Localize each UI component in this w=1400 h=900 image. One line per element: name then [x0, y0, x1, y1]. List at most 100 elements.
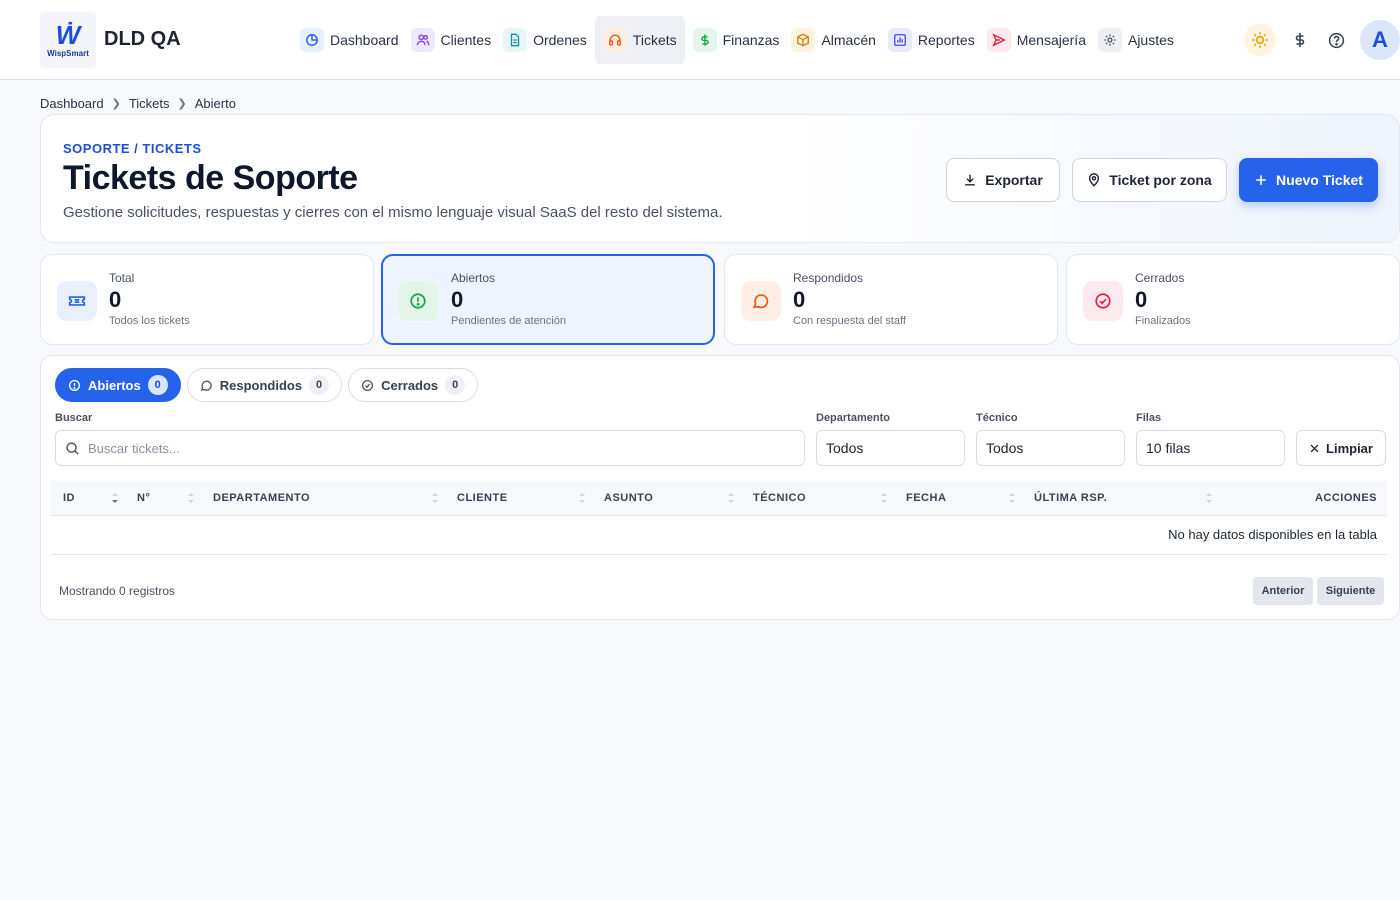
- nav-label: Ordenes: [533, 32, 587, 48]
- status-tabs: Abiertos 0 Respondidos 0 Cerrados 0: [55, 368, 479, 402]
- page-subtitle: Gestione solicitudes, respuestas y cierr…: [63, 204, 723, 221]
- chevron-right-icon: ❯: [177, 98, 187, 110]
- technician-select[interactable]: Todos: [976, 430, 1125, 466]
- stat-label: Abiertos: [451, 271, 496, 285]
- records-count: Mostrando 0 registros: [59, 584, 176, 598]
- sort-icon[interactable]: [1205, 490, 1213, 506]
- nav-item-almacen[interactable]: Almacén: [787, 16, 879, 64]
- new-ticket-button[interactable]: Nuevo Ticket: [1239, 158, 1378, 202]
- page-eyebrow: SOPORTE / TICKETS: [63, 141, 202, 156]
- stat-card-total[interactable]: Total 0 Todos los tickets: [40, 254, 374, 345]
- new-ticket-label: Nuevo Ticket: [1276, 172, 1363, 188]
- clear-label: Limpiar: [1326, 440, 1373, 456]
- clear-filters-button[interactable]: Limpiar: [1296, 430, 1386, 466]
- nav-label: Tickets: [632, 32, 677, 48]
- column-header-client[interactable]: CLIENTE: [457, 492, 508, 504]
- breadcrumb: Dashboard ❯ Tickets ❯ Abierto: [40, 96, 236, 111]
- nav-item-ordenes[interactable]: Ordenes: [499, 16, 591, 64]
- export-button[interactable]: Exportar: [946, 158, 1060, 202]
- sort-icon[interactable]: [187, 490, 195, 506]
- column-header-department[interactable]: DEPARTAMENTO: [213, 492, 310, 504]
- sort-icon[interactable]: [727, 490, 735, 506]
- nav-item-dashboard[interactable]: Dashboard: [296, 16, 403, 64]
- nav-label: Mensajería: [1016, 32, 1086, 48]
- department-select[interactable]: Todos: [816, 430, 965, 466]
- stat-label: Cerrados: [1135, 271, 1185, 285]
- department-label: Departamento: [816, 412, 890, 424]
- gear-icon: [1097, 28, 1122, 52]
- currency-dollar-icon[interactable]: [1288, 28, 1312, 52]
- nav-label: Reportes: [917, 32, 975, 48]
- column-header-number[interactable]: N°: [137, 492, 150, 504]
- dollar-icon: [692, 28, 717, 52]
- help-icon[interactable]: [1324, 28, 1348, 52]
- stat-note: Finalizados: [1135, 315, 1191, 327]
- tab-abiertos[interactable]: Abiertos 0: [55, 368, 181, 402]
- nav-item-mensajeria[interactable]: Mensajería: [983, 16, 1090, 64]
- sort-desc-icon[interactable]: [111, 490, 119, 506]
- stat-note: Pendientes de atención: [451, 315, 566, 327]
- tab-cerrados[interactable]: Cerrados 0: [348, 368, 479, 402]
- ticket-icon: [57, 281, 97, 321]
- nav-label: Finanzas: [722, 32, 780, 48]
- column-header-date[interactable]: FECHA: [906, 492, 946, 504]
- search-input[interactable]: [88, 440, 795, 456]
- tab-count-badge: 0: [309, 375, 330, 395]
- avatar[interactable]: A: [1360, 20, 1400, 60]
- theme-toggle-sun-icon[interactable]: [1244, 24, 1276, 56]
- sort-icon[interactable]: [1008, 490, 1016, 506]
- column-header-actions: ACCIONES: [1314, 492, 1377, 504]
- tab-label: Respondidos: [219, 377, 303, 393]
- nav-item-finanzas[interactable]: Finanzas: [689, 16, 784, 64]
- sort-icon[interactable]: [880, 490, 888, 506]
- plus-icon: [1256, 175, 1266, 185]
- app-name: DLD QA: [104, 28, 181, 50]
- dashboard-icon: [300, 28, 324, 52]
- nav-label: Clientes: [440, 32, 492, 48]
- stat-card-respondidos[interactable]: Respondidos 0 Con respuesta del staff: [724, 254, 1058, 345]
- nav-item-ajustes[interactable]: Ajustes: [1094, 16, 1178, 64]
- column-header-technician[interactable]: TÉCNICO: [753, 492, 806, 504]
- tab-respondidos[interactable]: Respondidos 0: [186, 368, 343, 402]
- sort-icon[interactable]: [431, 490, 439, 506]
- nav-item-tickets[interactable]: Tickets: [594, 16, 685, 64]
- breadcrumb-dashboard[interactable]: Dashboard: [40, 96, 104, 111]
- breadcrumb-tickets[interactable]: Tickets: [129, 96, 170, 111]
- chevron-right-icon: ❯: [111, 98, 121, 110]
- headset-icon: [602, 28, 627, 52]
- stat-card-abiertos[interactable]: Abiertos 0 Pendientes de atención: [381, 254, 715, 345]
- nav-item-reportes[interactable]: Reportes: [884, 16, 979, 64]
- message-icon: [741, 281, 781, 321]
- page-title: Tickets de Soporte: [63, 159, 358, 197]
- nav-item-clientes[interactable]: Clientes: [407, 16, 496, 64]
- stat-card-cerrados[interactable]: Cerrados 0 Finalizados: [1066, 254, 1400, 345]
- main-nav: Dashboard Clientes Ordenes Tickets Finan…: [296, 16, 1178, 64]
- sort-icon[interactable]: [578, 490, 586, 506]
- tab-label: Cerrados: [381, 377, 439, 393]
- stat-note: Con respuesta del staff: [793, 315, 906, 327]
- users-icon: [410, 28, 435, 52]
- chart-icon: [887, 28, 912, 52]
- previous-page-button[interactable]: Anterior: [1253, 577, 1313, 605]
- next-page-button[interactable]: Siguiente: [1317, 577, 1384, 605]
- empty-table-message: No hay datos disponibles en la tabla: [1168, 527, 1377, 542]
- nav-label: Almacén: [821, 32, 876, 48]
- stat-label: Total: [109, 271, 135, 285]
- stat-value: 0: [1135, 287, 1148, 312]
- app-logo[interactable]: Ẇ WispSmart: [40, 12, 96, 68]
- breadcrumb-current: Abierto: [194, 96, 236, 111]
- message-icon: [200, 380, 212, 391]
- nav-label: Ajustes: [1127, 32, 1174, 48]
- ticket-by-zone-button[interactable]: Ticket por zona: [1072, 158, 1227, 202]
- alert-circle-icon: [398, 281, 438, 321]
- download-icon: [965, 174, 976, 186]
- tab-label: Abiertos: [88, 377, 141, 393]
- stat-value: 0: [109, 287, 122, 312]
- rows-select[interactable]: 10 filas: [1136, 430, 1285, 466]
- column-header-subject[interactable]: ASUNTO: [604, 492, 653, 504]
- logo-text: WispSmart: [47, 48, 89, 58]
- box-icon: [791, 28, 816, 52]
- column-header-id[interactable]: ID: [63, 492, 75, 504]
- location-pin-icon: [1089, 173, 1100, 187]
- column-header-last-reply[interactable]: ÚLTIMA RSP.: [1034, 492, 1107, 504]
